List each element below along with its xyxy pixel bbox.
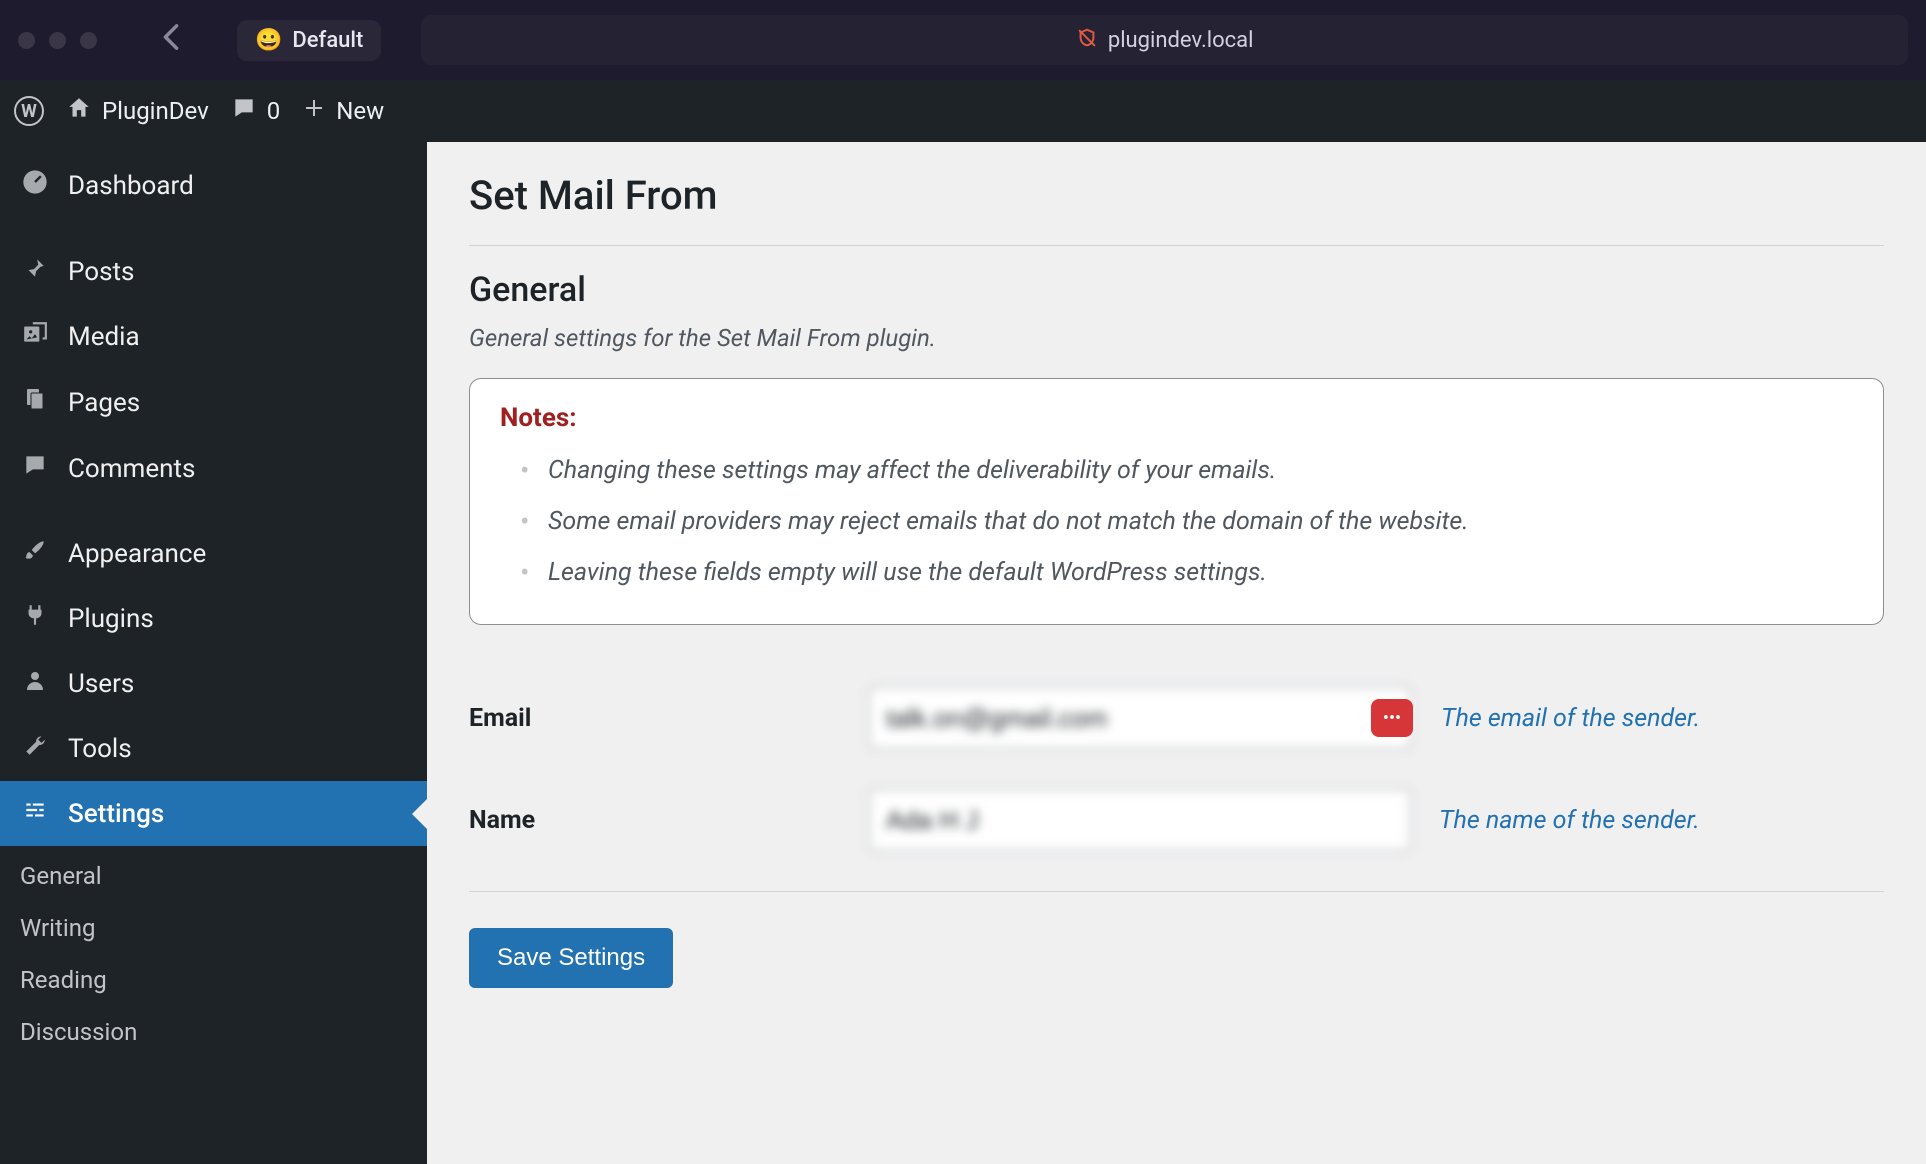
admin-sidebar: Dashboard Posts Media Pages Comments App… — [0, 142, 427, 1164]
back-button[interactable] — [161, 23, 181, 58]
close-window-icon[interactable] — [18, 32, 35, 49]
menu-posts[interactable]: Posts — [0, 239, 427, 304]
section-description: General settings for the Set Mail From p… — [469, 324, 1884, 352]
menu-label: Users — [68, 669, 134, 699]
plug-icon — [20, 602, 50, 635]
notes-list: Changing these settings may affect the d… — [500, 445, 1853, 598]
email-row: Email ••• The email of the sender. — [469, 667, 1884, 769]
page-title: Set Mail From — [469, 172, 1884, 219]
email-description: The email of the sender. — [1441, 704, 1700, 733]
submenu-reading[interactable]: Reading — [0, 954, 427, 1006]
pin-icon — [20, 255, 50, 288]
menu-users[interactable]: Users — [0, 651, 427, 716]
comment-icon — [20, 452, 50, 485]
comments-count: 0 — [267, 97, 281, 125]
name-description: The name of the sender. — [1439, 806, 1700, 835]
menu-pages[interactable]: Pages — [0, 369, 427, 436]
menu-label: Pages — [68, 388, 140, 418]
section-title: General — [469, 270, 1884, 310]
email-input[interactable] — [869, 687, 1411, 749]
address-bar[interactable]: plugindev.local — [421, 15, 1908, 65]
menu-label: Comments — [68, 454, 195, 484]
menu-plugins[interactable]: Plugins — [0, 586, 427, 651]
comment-icon — [231, 95, 257, 128]
minimize-window-icon[interactable] — [49, 32, 66, 49]
main-content: Set Mail From General General settings f… — [427, 142, 1926, 1164]
menu-dashboard[interactable]: Dashboard — [0, 152, 427, 219]
menu-appearance[interactable]: Appearance — [0, 521, 427, 586]
notes-title: Notes: — [500, 403, 1853, 433]
comments-link[interactable]: 0 — [231, 95, 281, 128]
menu-spacer — [0, 219, 427, 239]
menu-media[interactable]: Media — [0, 304, 427, 369]
url-text: plugindev.local — [1108, 28, 1254, 53]
menu-label: Appearance — [68, 539, 206, 569]
menu-label: Dashboard — [68, 171, 194, 201]
name-input[interactable] — [869, 789, 1411, 851]
maximize-window-icon[interactable] — [80, 32, 97, 49]
sliders-icon — [20, 797, 50, 830]
note-item: Changing these settings may affect the d… — [500, 445, 1853, 496]
settings-submenu: General Writing Reading Discussion — [0, 846, 427, 1068]
notes-box: Notes: Changing these settings may affec… — [469, 378, 1884, 625]
pages-icon — [20, 385, 50, 420]
site-link[interactable]: PluginDev — [66, 95, 209, 128]
plus-icon — [302, 96, 326, 127]
menu-label: Tools — [68, 734, 132, 764]
menu-tools[interactable]: Tools — [0, 716, 427, 781]
browser-chrome: 😀 Default plugindev.local — [0, 0, 1926, 80]
home-icon — [66, 95, 92, 128]
divider — [469, 891, 1884, 892]
password-manager-icon[interactable]: ••• — [1371, 699, 1413, 737]
submenu-discussion[interactable]: Discussion — [0, 1006, 427, 1058]
name-row: Name The name of the sender. — [469, 769, 1884, 871]
site-name: PluginDev — [102, 97, 209, 125]
user-icon — [20, 667, 50, 700]
menu-label: Plugins — [68, 604, 154, 634]
wp-logo[interactable]: W — [14, 96, 44, 126]
wrench-icon — [20, 732, 50, 765]
insecure-icon — [1076, 27, 1098, 54]
email-label: Email — [469, 704, 869, 733]
brush-icon — [20, 537, 50, 570]
wp-adminbar: W PluginDev 0 New — [0, 80, 1926, 142]
window-controls — [18, 32, 97, 49]
settings-form: Email ••• The email of the sender. Name … — [469, 667, 1884, 871]
browser-profile-chip[interactable]: 😀 Default — [237, 20, 381, 61]
note-item: Leaving these fields empty will use the … — [500, 547, 1853, 598]
profile-label: Default — [292, 28, 363, 53]
menu-label: Posts — [68, 257, 134, 287]
submenu-general[interactable]: General — [0, 850, 427, 902]
menu-label: Settings — [68, 799, 164, 829]
menu-label: Media — [68, 322, 140, 352]
dashboard-icon — [20, 168, 50, 203]
new-link[interactable]: New — [302, 96, 384, 127]
wordpress-icon: W — [14, 96, 44, 126]
menu-spacer — [0, 501, 427, 521]
new-label: New — [336, 97, 384, 125]
submenu-writing[interactable]: Writing — [0, 902, 427, 954]
media-icon — [20, 320, 50, 353]
menu-comments[interactable]: Comments — [0, 436, 427, 501]
divider — [469, 245, 1884, 246]
note-item: Some email providers may reject emails t… — [500, 496, 1853, 547]
profile-icon: 😀 — [255, 28, 282, 53]
name-label: Name — [469, 806, 869, 835]
save-button[interactable]: Save Settings — [469, 928, 673, 988]
menu-settings[interactable]: Settings — [0, 781, 427, 846]
